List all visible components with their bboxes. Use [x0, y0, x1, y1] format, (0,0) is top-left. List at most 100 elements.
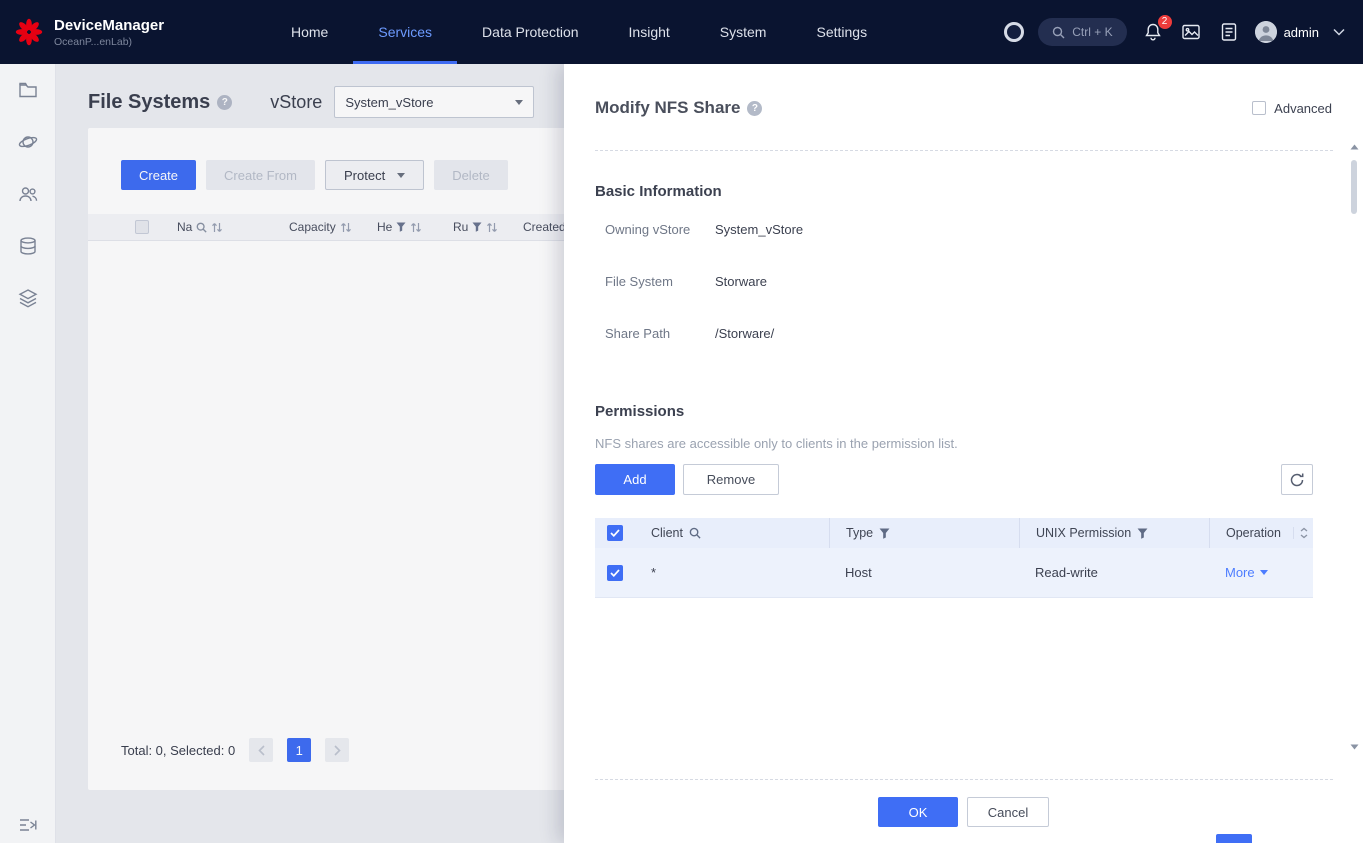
vstore-select[interactable]: System_vStore: [334, 86, 534, 118]
panel-scrollbar[interactable]: [1348, 144, 1360, 750]
cell-client: *: [635, 548, 829, 597]
add-button[interactable]: Add: [595, 464, 675, 495]
image-icon: [1181, 22, 1201, 42]
sidebar-icons: [0, 64, 55, 308]
tiers-icon[interactable]: [18, 288, 38, 308]
field-value: Storware: [715, 272, 767, 292]
field-label: Owning vStore: [605, 220, 715, 240]
sort-icon[interactable]: [486, 222, 498, 233]
remove-button[interactable]: Remove: [683, 464, 779, 495]
app-subtitle: OceanP...enLab): [54, 36, 164, 48]
scroll-down-icon[interactable]: [1350, 744, 1359, 750]
avatar: [1255, 21, 1277, 43]
tasks-button[interactable]: [1217, 20, 1241, 44]
column-capacity-label: Capacity: [289, 220, 336, 234]
clients-icon[interactable]: [18, 184, 38, 204]
column-operation[interactable]: Operation: [1209, 518, 1293, 548]
user-menu[interactable]: admin: [1255, 21, 1319, 43]
pagination-next-button[interactable]: [325, 738, 349, 762]
column-unix-permission[interactable]: UNIX Permission: [1019, 518, 1209, 548]
column-type[interactable]: Type: [829, 518, 1019, 548]
huawei-logo-icon: [14, 17, 44, 47]
scrollbar-thumb[interactable]: [1351, 160, 1357, 214]
protect-button[interactable]: Protect: [325, 160, 424, 190]
field-file-system: File System Storware: [605, 272, 767, 292]
more-button[interactable]: More: [1225, 565, 1268, 580]
brand[interactable]: DeviceManager OceanP...enLab): [0, 17, 226, 48]
filter-icon[interactable]: [1137, 528, 1148, 539]
field-owning-vstore: Owning vStore System_vStore: [605, 220, 803, 240]
refresh-button[interactable]: [1281, 464, 1313, 495]
sort-icon[interactable]: [211, 222, 223, 233]
storage-pools-icon[interactable]: [18, 236, 38, 256]
hidden-floating-button[interactable]: [1216, 834, 1252, 843]
column-capacity[interactable]: Capacity: [289, 220, 377, 234]
filter-icon[interactable]: [472, 222, 482, 232]
create-button[interactable]: Create: [121, 160, 196, 190]
main-nav: Home Services Data Protection Insight Sy…: [266, 0, 892, 64]
page-title: File Systems: [88, 91, 210, 114]
field-share-path: Share Path /Storware/: [605, 324, 774, 344]
sidebar-collapse-icon[interactable]: [18, 815, 38, 835]
notifications-button[interactable]: 2: [1141, 20, 1165, 44]
sort-icon[interactable]: [340, 222, 352, 233]
create-from-button[interactable]: Create From: [206, 160, 315, 190]
search-icon[interactable]: [196, 222, 207, 233]
global-search[interactable]: Ctrl + K: [1038, 18, 1126, 46]
nav-data-protection[interactable]: Data Protection: [457, 0, 604, 64]
column-config-icon[interactable]: [1299, 527, 1309, 539]
advanced-toggle[interactable]: Advanced: [1252, 101, 1332, 116]
row-checkbox-cell: [595, 565, 635, 581]
protect-label: Protect: [344, 168, 385, 183]
select-all-checkbox-checked[interactable]: [607, 525, 623, 541]
messages-button[interactable]: [1179, 20, 1203, 44]
column-name[interactable]: Na: [177, 220, 289, 234]
more-label: More: [1225, 565, 1255, 580]
help-icon[interactable]: ?: [217, 95, 232, 110]
resources-icon[interactable]: [18, 132, 38, 152]
ok-button[interactable]: OK: [878, 797, 958, 827]
capacity-ring-icon[interactable]: [1004, 22, 1024, 42]
nav-services[interactable]: Services: [353, 0, 457, 64]
column-running-status[interactable]: Ru: [453, 220, 523, 234]
pagination-page-1[interactable]: 1: [287, 738, 311, 762]
nav-home[interactable]: Home: [266, 0, 353, 64]
permission-row[interactable]: * Host Read-write More: [595, 548, 1313, 598]
advanced-checkbox[interactable]: [1252, 101, 1266, 115]
chevron-down-icon: [515, 100, 523, 105]
panel-header: Modify NFS Share ? Advanced: [595, 98, 1332, 118]
panel-title: Modify NFS Share: [595, 98, 740, 118]
select-all-checkbox[interactable]: [135, 220, 149, 234]
nav-insight[interactable]: Insight: [604, 0, 695, 64]
divider: [595, 779, 1333, 780]
row-checkbox-checked[interactable]: [607, 565, 623, 581]
column-settings-cell: [1293, 527, 1313, 539]
column-client-label: Client: [651, 526, 683, 540]
filter-icon[interactable]: [879, 528, 890, 539]
column-operation-label: Operation: [1226, 526, 1281, 540]
nav-system[interactable]: System: [695, 0, 792, 64]
top-bar: DeviceManager OceanP...enLab) Home Servi…: [0, 0, 1363, 64]
scroll-up-icon[interactable]: [1350, 144, 1359, 150]
filter-icon[interactable]: [396, 222, 406, 232]
vstore-select-value: System_vStore: [345, 95, 433, 110]
cancel-button[interactable]: Cancel: [967, 797, 1049, 827]
cell-unix-permission: Read-write: [1019, 548, 1209, 597]
search-icon[interactable]: [689, 527, 701, 539]
vstore-label: vStore: [270, 92, 322, 113]
delete-button[interactable]: Delete: [434, 160, 508, 190]
nav-settings[interactable]: Settings: [791, 0, 892, 64]
help-icon[interactable]: ?: [747, 101, 762, 116]
permissions-hint: NFS shares are accessible only to client…: [595, 436, 958, 452]
username: admin: [1284, 25, 1319, 40]
column-client[interactable]: Client: [635, 518, 829, 548]
field-value: /Storware/: [715, 324, 774, 344]
document-icon: [1220, 22, 1238, 42]
chevron-down-icon[interactable]: [1333, 28, 1345, 36]
topbar-right: Ctrl + K 2: [1004, 18, 1363, 46]
pagination-prev-button[interactable]: [249, 738, 273, 762]
file-systems-icon[interactable]: [18, 80, 38, 100]
column-health[interactable]: He: [377, 220, 453, 234]
app-root: DeviceManager OceanP...enLab) Home Servi…: [0, 0, 1363, 843]
sort-icon[interactable]: [410, 222, 422, 233]
